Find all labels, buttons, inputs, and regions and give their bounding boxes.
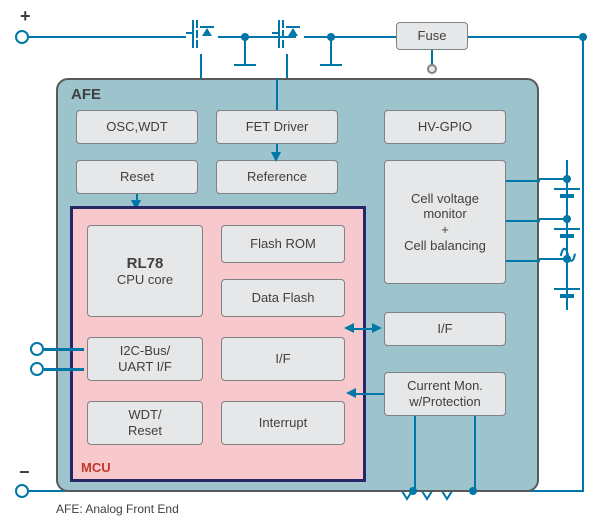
thermistor-icon: ∿ — [557, 248, 579, 261]
cell-monitor-block: Cell voltage monitor + Cell balancing — [384, 160, 506, 284]
current-mon-block: Current Mon. w/Protection — [384, 372, 506, 416]
cm-lead-a — [414, 416, 416, 492]
mid-fet-cap — [234, 64, 256, 66]
afe-footnote: AFE: Analog Front End — [56, 502, 179, 516]
cpu-bold: RL78 — [127, 255, 164, 272]
int-cm-ah — [346, 388, 356, 398]
fet-right — [272, 14, 304, 54]
reset-block: Reset — [76, 160, 198, 194]
if-center-block: I/F — [221, 337, 345, 381]
ah-fetdrv-ref — [271, 152, 281, 162]
io-terminal-1 — [30, 342, 44, 356]
arrow-fetdrv-up — [276, 78, 278, 110]
fet-left — [186, 14, 218, 54]
mid-fet-drop — [244, 38, 246, 64]
if-right-block: I/F — [384, 312, 506, 346]
mid-fet-drop2 — [330, 38, 332, 64]
wire-top-4 — [468, 36, 584, 38]
cell-lead-3 — [506, 260, 540, 262]
minus-terminal — [15, 484, 29, 498]
i2c-uart-block: I2C-Bus/ UART I/F — [87, 337, 203, 381]
plus-terminal — [15, 30, 29, 44]
plus-label: + — [20, 6, 31, 27]
shunt-node-a — [409, 487, 417, 495]
fuse-probe — [427, 64, 437, 74]
flash-rom-block: Flash ROM — [221, 225, 345, 263]
cm-lead-b — [474, 416, 476, 492]
minus-label: − — [19, 462, 30, 483]
cpu-sub: CPU core — [117, 272, 173, 287]
shunt-node-b — [469, 487, 477, 495]
io-terminal-2 — [30, 362, 44, 376]
reference-block: Reference — [216, 160, 338, 194]
hv-gpio-block: HV-GPIO — [384, 110, 506, 144]
wire-top-3 — [331, 36, 396, 38]
mid-fet-node — [241, 33, 249, 41]
int-cm-line — [354, 393, 384, 395]
io-line-1 — [44, 348, 84, 351]
if-if-ah-l — [344, 323, 354, 333]
right-bus-top-node — [579, 33, 587, 41]
osc-wdt-block: OSC,WDT — [76, 110, 198, 144]
mcu-label: MCU — [81, 460, 111, 475]
wire-top-1 — [29, 36, 160, 38]
fet-driver-block: FET Driver — [216, 110, 338, 144]
data-flash-block: Data Flash — [221, 279, 345, 317]
fet2-gate-drop — [286, 54, 288, 78]
interrupt-block: Interrupt — [221, 401, 345, 445]
if-if-ah-r — [372, 323, 382, 333]
cell-lead-1 — [506, 180, 540, 182]
if-if-line — [352, 328, 374, 330]
io-line-2 — [44, 368, 84, 371]
afe-title: AFE — [71, 86, 101, 103]
cpu-core-block: RL78 CPU core — [87, 225, 203, 317]
afe-container: AFE OSC,WDT FET Driver HV-GPIO Reset Ref… — [56, 78, 539, 492]
wdt-reset-block: WDT/ Reset — [87, 401, 203, 445]
wire-right-bus — [582, 36, 584, 492]
mid-fet-cap2 — [320, 64, 342, 66]
fet1-gate-drop — [200, 54, 202, 78]
diagram-canvas: + − Fuse AFE OSC, — [0, 0, 600, 524]
mcu-container: MCU RL78 CPU core Flash ROM Data Flash I… — [70, 206, 366, 482]
mid-fet-node2 — [327, 33, 335, 41]
fet1-lead-l — [160, 36, 186, 38]
fuse-block: Fuse — [396, 22, 468, 50]
cell-lead-2 — [506, 220, 540, 222]
